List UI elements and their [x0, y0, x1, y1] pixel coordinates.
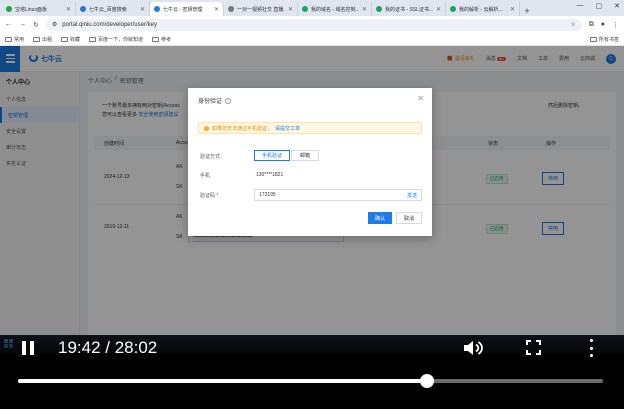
browser-tab[interactable]: 一对一视频社交 直播... ✕ — [224, 2, 298, 16]
tab-title: 七牛云 - 密钥管理 — [163, 6, 203, 13]
phone-value: 130****1821 — [256, 172, 284, 178]
volume-icon[interactable] — [463, 340, 483, 356]
folder-icon — [33, 36, 41, 42]
window-controls: — ▢ ✕ — [577, 2, 621, 10]
more-options-icon[interactable] — [588, 339, 594, 357]
browser-tabbar: 宝塔Linux面板 ✕ 七牛云_百度搜索 ✕ 七牛云 - 密钥管理 ✕ 一对一视频社交 直播… — [0, 0, 624, 16]
extensions-icon[interactable]: ⧉ — [589, 21, 594, 29]
cancel-button[interactable]: 取消 — [396, 212, 422, 224]
folder-icon — [5, 36, 12, 42]
bookmark-item[interactable]: 收藏 — [61, 36, 80, 43]
site-info-icon[interactable]: ⚙ — [52, 21, 57, 28]
forward-icon[interactable]: → — [19, 21, 26, 28]
tab-close-icon[interactable]: ✕ — [214, 6, 219, 13]
browser-tab[interactable]: 我的证书 - SSL证书... ✕ — [372, 2, 446, 16]
method-email-button[interactable]: 邮箱 — [291, 150, 319, 161]
confirm-button[interactable]: 确认 — [368, 212, 392, 224]
pause-icon[interactable] — [22, 341, 36, 355]
tab-close-icon[interactable]: ✕ — [436, 6, 441, 13]
tab-favicon-icon — [228, 6, 234, 12]
all-bookmarks[interactable]: 所有书签 — [589, 36, 619, 43]
tab-favicon-icon — [154, 6, 160, 12]
profile-icon[interactable]: ● — [601, 21, 605, 28]
bookmarks-bar: 常用 出租 收藏 百度一下，你就知道 参考 所有书签 — [0, 33, 624, 46]
screen: 宝塔Linux面板 ✕ 七牛云_百度搜索 ✕ 七牛云 - 密钥管理 ✕ 一对一视频社交 直播… — [0, 0, 624, 409]
folder-icon — [589, 36, 597, 42]
phone-label: 手机 — [200, 173, 211, 179]
maximize-icon[interactable]: ▢ — [596, 2, 603, 10]
method-label: 验证方式 — [200, 154, 221, 160]
tab-favicon-icon — [80, 6, 86, 12]
close-icon[interactable]: ✕ — [417, 94, 424, 103]
playback-time: 19:42 / 28:02 — [58, 338, 158, 357]
identity-verification-dialog: 身份验证 ? ✕ ! 如果您无法通过手机验证， 请提交工单 验证方式 手机验证 … — [188, 88, 432, 236]
tab-title: 我的域名 - 域名控制... — [311, 6, 359, 13]
new-tab-button[interactable]: + — [520, 6, 534, 16]
tab-title: 七牛云_百度搜索 — [89, 6, 127, 13]
tab-title: 我的解析 - 云解析... — [459, 6, 503, 13]
seek-handle[interactable] — [419, 374, 434, 388]
warning-icon: ! — [204, 125, 209, 131]
verification-code-input[interactable]: 173195 发送 — [254, 189, 422, 201]
resend-code-button[interactable]: 发送 — [407, 192, 417, 199]
tab-title: 我的证书 - SSL证书... — [385, 6, 433, 13]
tab-favicon-icon — [450, 6, 456, 12]
help-icon[interactable]: ? — [225, 97, 232, 104]
back-icon[interactable]: ← — [5, 21, 12, 28]
reload-icon[interactable]: ↻ — [33, 21, 39, 29]
tab-close-icon[interactable]: ✕ — [510, 6, 515, 13]
tab-title: 宝塔Linux面板 — [15, 6, 47, 13]
close-icon[interactable]: ✕ — [614, 2, 620, 10]
fullscreen-icon[interactable] — [526, 340, 541, 355]
bookmark-item[interactable]: 常用 — [5, 36, 24, 43]
seek-bar-progress — [18, 379, 427, 383]
menu-icon[interactable]: ⋮ — [612, 21, 619, 29]
verification-warning: ! 如果您无法通过手机验证， 请提交工单 — [198, 122, 422, 134]
dialog-title: 身份验证 ? — [198, 97, 232, 105]
tab-close-icon[interactable]: ✕ — [288, 6, 293, 13]
browser-tab[interactable]: 我的解析 - 云解析... ✕ — [446, 2, 520, 16]
method-phone-button[interactable]: 手机验证 — [254, 150, 290, 161]
folder-icon — [61, 36, 69, 42]
folder-icon — [152, 36, 160, 42]
tab-favicon-icon — [302, 6, 308, 12]
tab-close-icon[interactable]: ✕ — [66, 6, 71, 13]
browser-toolbar: ← → ↻ ⚙ portal.qiniu.com/developer/user/… — [0, 16, 624, 33]
browser-tab[interactable]: 七牛云_百度搜索 ✕ — [76, 2, 150, 16]
tab-favicon-icon — [6, 6, 12, 12]
folder-icon — [89, 36, 97, 42]
video-controls: 19:42 / 28:02 — [0, 335, 624, 409]
tab-close-icon[interactable]: ✕ — [362, 6, 367, 13]
submit-ticket-link[interactable]: 请提交工单 — [275, 125, 300, 132]
tab-favicon-icon — [376, 6, 382, 12]
browser-tab[interactable]: 七牛云 - 密钥管理 ✕ — [150, 2, 224, 16]
bookmark-star-icon[interactable]: ☆ — [570, 21, 575, 28]
tab-close-icon[interactable]: ✕ — [140, 6, 145, 13]
tab-title: 一对一视频社交 直播... — [237, 6, 285, 13]
seek-bar[interactable] — [18, 374, 603, 388]
browser-tab[interactable]: 我的域名 - 域名控制... ✕ — [298, 2, 372, 16]
bookmark-item[interactable]: 出租 — [33, 36, 52, 43]
browser-tab[interactable]: 宝塔Linux面板 ✕ — [2, 2, 76, 16]
url-text: portal.qiniu.com/developer/user/key — [62, 21, 157, 28]
bookmark-item[interactable]: 参考 — [152, 36, 171, 43]
minimize-icon[interactable]: — — [577, 2, 584, 10]
bookmark-item[interactable]: 百度一下，你就知道 — [89, 36, 143, 43]
address-bar[interactable]: ⚙ portal.qiniu.com/developer/user/key ☆ — [45, 18, 582, 31]
code-label: 验证码 * — [200, 193, 219, 199]
